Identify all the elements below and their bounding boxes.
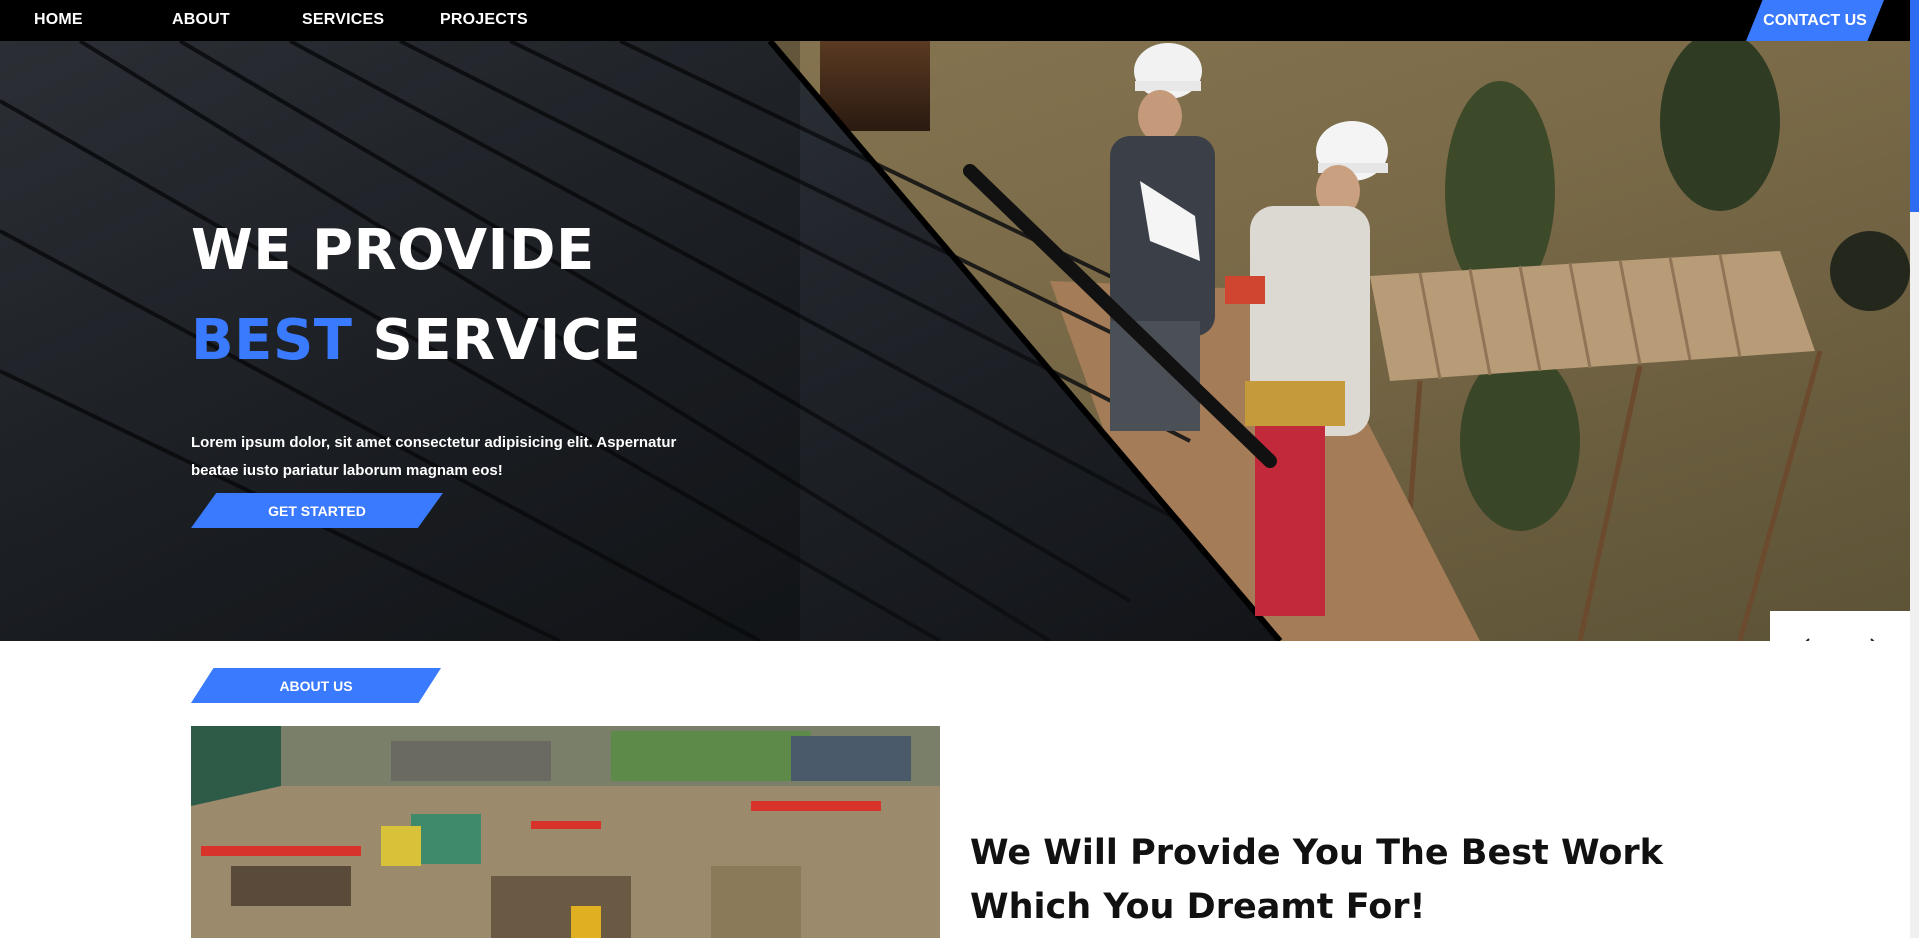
nav-services-link[interactable]: SERVICES — [302, 11, 384, 29]
top-navbar: HOME ABOUT SERVICES PROJECTS CONTACT US — [0, 0, 1919, 41]
construction-site-illustration — [191, 726, 940, 938]
about-us-badge: ABOUT US — [191, 668, 441, 703]
hero-title-accent: BEST — [191, 308, 353, 373]
contact-us-button[interactable]: CONTACT US — [1746, 0, 1884, 41]
chevron-right-icon — [1870, 637, 1875, 641]
hero-title-line2-rest: SERVICE — [372, 308, 642, 373]
nav-home-link[interactable]: HOME — [34, 11, 83, 29]
hero-description: Lorem ipsum dolor, sit amet consectetur … — [191, 434, 677, 479]
chevron-left-icon — [1805, 637, 1810, 641]
slider-next-button[interactable] — [1860, 632, 1890, 641]
hero-title: WE PROVIDE BEST SERVICE — [191, 206, 641, 386]
hero-section: WE PROVIDE BEST SERVICE Lorem ipsum dolo… — [0, 41, 1910, 641]
get-started-button[interactable]: GET STARTED — [191, 493, 443, 528]
nav-projects-link[interactable]: PROJECTS — [440, 11, 528, 29]
slider-prev-button[interactable] — [1790, 632, 1820, 641]
page-scrollbar-thumb[interactable] — [1910, 0, 1919, 212]
hero-title-line2: BEST SERVICE — [191, 296, 641, 386]
hero-title-line1: WE PROVIDE — [191, 218, 595, 283]
about-construction-site-image — [191, 726, 940, 938]
slider-controls — [1770, 611, 1910, 641]
about-heading: We Will Provide You The Best Work Which … — [970, 833, 1663, 927]
nav-about-link[interactable]: ABOUT — [172, 11, 230, 29]
